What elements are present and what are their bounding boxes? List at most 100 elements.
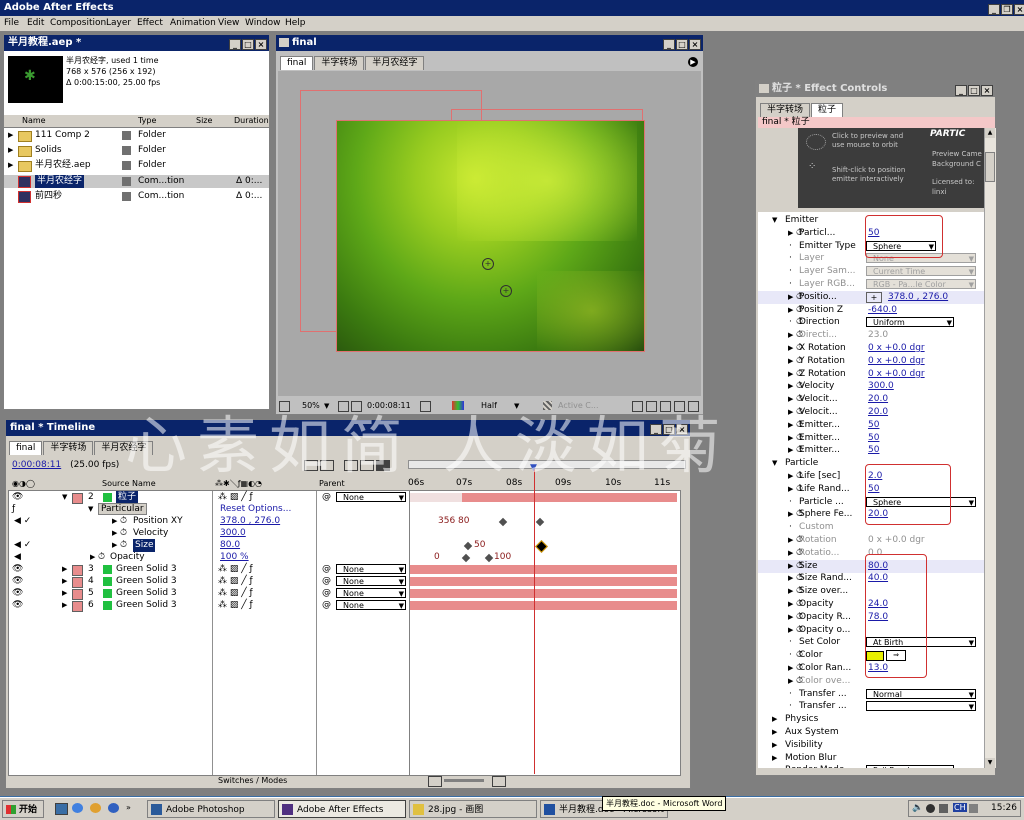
property-value[interactable]: 0 x +0.0 dgr xyxy=(868,534,925,547)
expand-triangle-icon[interactable]: ▶ xyxy=(788,560,793,573)
parent-pickwhip-icon[interactable]: @ xyxy=(322,599,331,612)
property-value[interactable]: 50 xyxy=(868,444,879,457)
expand-triangle-icon[interactable]: ▶ xyxy=(772,726,777,739)
property-select[interactable]: Uniform xyxy=(866,317,954,328)
effect-property-row[interactable]: · Transfer ... Normal xyxy=(758,688,984,701)
layer-name[interactable]: Green Solid 3 xyxy=(116,599,177,612)
menu-help[interactable]: Help xyxy=(285,16,306,31)
expand-triangle-icon[interactable]: ▶ xyxy=(8,129,13,142)
layer-duration-bar[interactable] xyxy=(410,565,677,574)
close-button[interactable]: × xyxy=(1014,4,1024,15)
expand-triangle-icon[interactable]: ▶ xyxy=(8,159,13,172)
effect-property-row[interactable]: ▶ ⏱ Position Z -640.0 xyxy=(758,304,984,317)
effect-group-header[interactable]: ▶ Physics xyxy=(758,713,984,726)
keyframe[interactable] xyxy=(463,541,473,551)
property-select[interactable]: Normal xyxy=(866,688,976,700)
zoom-out-icon[interactable] xyxy=(428,776,442,787)
parent-select[interactable]: None xyxy=(336,564,406,575)
effect-property-row[interactable]: ▶ ⏱ Directi... 23.0 xyxy=(758,329,984,342)
scroll-up-icon[interactable]: ▲ xyxy=(985,128,995,138)
expand-triangle-icon[interactable]: ▶ xyxy=(788,470,793,483)
effect-property-row[interactable]: ▶ ⏱ X Rotation 0 x +0.0 dgr xyxy=(758,342,984,355)
effect-property-row[interactable]: ▶ ⏱ Emitter... 50 xyxy=(758,444,984,457)
effect-property-row[interactable]: · Layer Sam... Current Time xyxy=(758,265,984,278)
expand-triangle-icon[interactable]: ▶ xyxy=(788,483,793,496)
current-time-indicator[interactable] xyxy=(534,466,535,774)
timeline-current-time[interactable]: 0:00:08:11 xyxy=(12,460,61,470)
expand-triangle-icon[interactable]: ▶ xyxy=(788,534,793,547)
layer-duration-bar[interactable] xyxy=(410,589,677,598)
expand-triangle-icon[interactable]: ▶ xyxy=(788,572,793,585)
expand-triangle-icon[interactable]: ▶ xyxy=(788,675,793,688)
keyframe[interactable] xyxy=(498,517,508,527)
task-photoshop[interactable]: Adobe Photoshop xyxy=(147,800,275,818)
zoom-in-icon[interactable] xyxy=(492,776,506,787)
tab-transition[interactable]: 半字转场 xyxy=(43,441,94,455)
column-type[interactable]: Type xyxy=(138,115,156,127)
close-button[interactable]: × xyxy=(255,39,267,50)
effect-group-header[interactable]: ▶ Aux System xyxy=(758,726,984,739)
expand-triangle-icon[interactable]: ▶ xyxy=(788,304,793,317)
effect-property-row[interactable]: · Render Mode Full Render xyxy=(758,764,984,768)
menu-view[interactable]: View xyxy=(218,16,239,31)
project-row[interactable]: ▶ 111 Comp 2 Folder xyxy=(4,129,269,142)
quicklaunch-more-icon[interactable]: » xyxy=(126,803,131,812)
expand-triangle-icon[interactable]: ▶ xyxy=(788,611,793,624)
keyframe[interactable] xyxy=(484,553,494,563)
property-select[interactable]: RGB - Pa...le Color xyxy=(866,279,976,290)
switches-icon[interactable]: ⁂ ▨ ╱ ƒ xyxy=(218,599,253,612)
menu-effect[interactable]: Effect xyxy=(137,16,163,31)
effect-group-header[interactable]: ▶ Visibility xyxy=(758,739,984,752)
project-row[interactable]: ▶ Solids Folder xyxy=(4,144,269,157)
effect-property-row[interactable]: ▶ ⏱ Rotation 0 x +0.0 dgr xyxy=(758,534,984,547)
project-row[interactable]: ▶ 半月农经.aep Folder xyxy=(4,159,269,172)
project-row[interactable]: 前四秒 Com...tion Δ 0:... xyxy=(4,190,269,203)
scroll-down-icon[interactable]: ▼ xyxy=(985,758,995,768)
expand-triangle-icon[interactable]: ▶ xyxy=(788,419,793,432)
menu-window[interactable]: Window xyxy=(245,16,281,31)
zoom-slider[interactable] xyxy=(444,779,484,782)
expand-triangle-icon[interactable]: ▶ xyxy=(788,547,793,560)
layer-duration-bar[interactable] xyxy=(410,577,677,586)
start-button[interactable]: 开始 xyxy=(2,800,44,818)
expand-triangle-icon[interactable]: ▶ xyxy=(772,739,777,752)
expand-triangle-icon[interactable]: ▶ xyxy=(788,368,793,381)
task-paint[interactable]: 28.jpg - 画图 xyxy=(409,800,537,818)
menu-file[interactable]: File xyxy=(4,16,19,31)
restore-button[interactable]: ❐ xyxy=(1001,4,1013,15)
close-button[interactable]: × xyxy=(689,39,701,50)
expand-triangle-icon[interactable]: ▶ xyxy=(772,752,777,765)
expand-triangle-icon[interactable]: ▶ xyxy=(788,355,793,368)
tab-transition[interactable]: 半字转场 xyxy=(760,103,811,117)
comp-viewer[interactable]: + + xyxy=(278,71,701,396)
expand-triangle-icon[interactable]: ▶ xyxy=(788,508,793,521)
effect-property-row[interactable]: ▶ ⏱ Velocity 300.0 xyxy=(758,380,984,393)
menu-animation[interactable]: Animation xyxy=(170,16,216,31)
menu-composition[interactable]: Composition xyxy=(50,16,106,31)
expand-triangle-icon[interactable]: ▶ xyxy=(788,406,793,419)
parent-select[interactable]: None xyxy=(336,588,406,599)
expand-triangle-icon[interactable]: ▶ xyxy=(788,380,793,393)
expand-triangle-icon[interactable]: ▶ xyxy=(788,329,793,342)
effect-property-row[interactable]: · ⏱ Direction Uniform xyxy=(758,316,984,329)
property-value[interactable]: 50 xyxy=(868,432,879,445)
collapse-triangle-icon[interactable]: ▼ xyxy=(772,214,777,227)
expand-triangle-icon[interactable]: ▶ xyxy=(788,227,793,240)
ime-indicator[interactable]: CH xyxy=(953,803,967,812)
parent-select[interactable]: None xyxy=(336,600,406,611)
tray-app-icon[interactable] xyxy=(926,804,935,813)
tab-transition[interactable]: 半字转场 xyxy=(314,56,365,70)
expand-triangle-icon[interactable]: ▶ xyxy=(788,598,793,611)
property-value[interactable]: -640.0 xyxy=(868,304,897,317)
tab-menu-icon[interactable]: ▶ xyxy=(688,57,698,67)
scroll-thumb[interactable] xyxy=(985,152,995,182)
property-value[interactable]: 23.0 xyxy=(868,329,888,342)
expand-triangle-icon[interactable]: ▶ xyxy=(788,585,793,598)
tray-network-icon[interactable] xyxy=(939,804,948,813)
minimize-button[interactable]: _ xyxy=(663,39,675,50)
effect-property-row[interactable]: ▶ ⏱ Emitter... 50 xyxy=(758,432,984,445)
menu-edit[interactable]: Edit xyxy=(27,16,44,31)
expand-triangle-icon[interactable]: ▶ xyxy=(788,444,793,457)
particular-preview[interactable]: Click to preview and use mouse to orbit … xyxy=(798,128,984,208)
position-crosshair-icon[interactable]: + xyxy=(866,291,882,303)
